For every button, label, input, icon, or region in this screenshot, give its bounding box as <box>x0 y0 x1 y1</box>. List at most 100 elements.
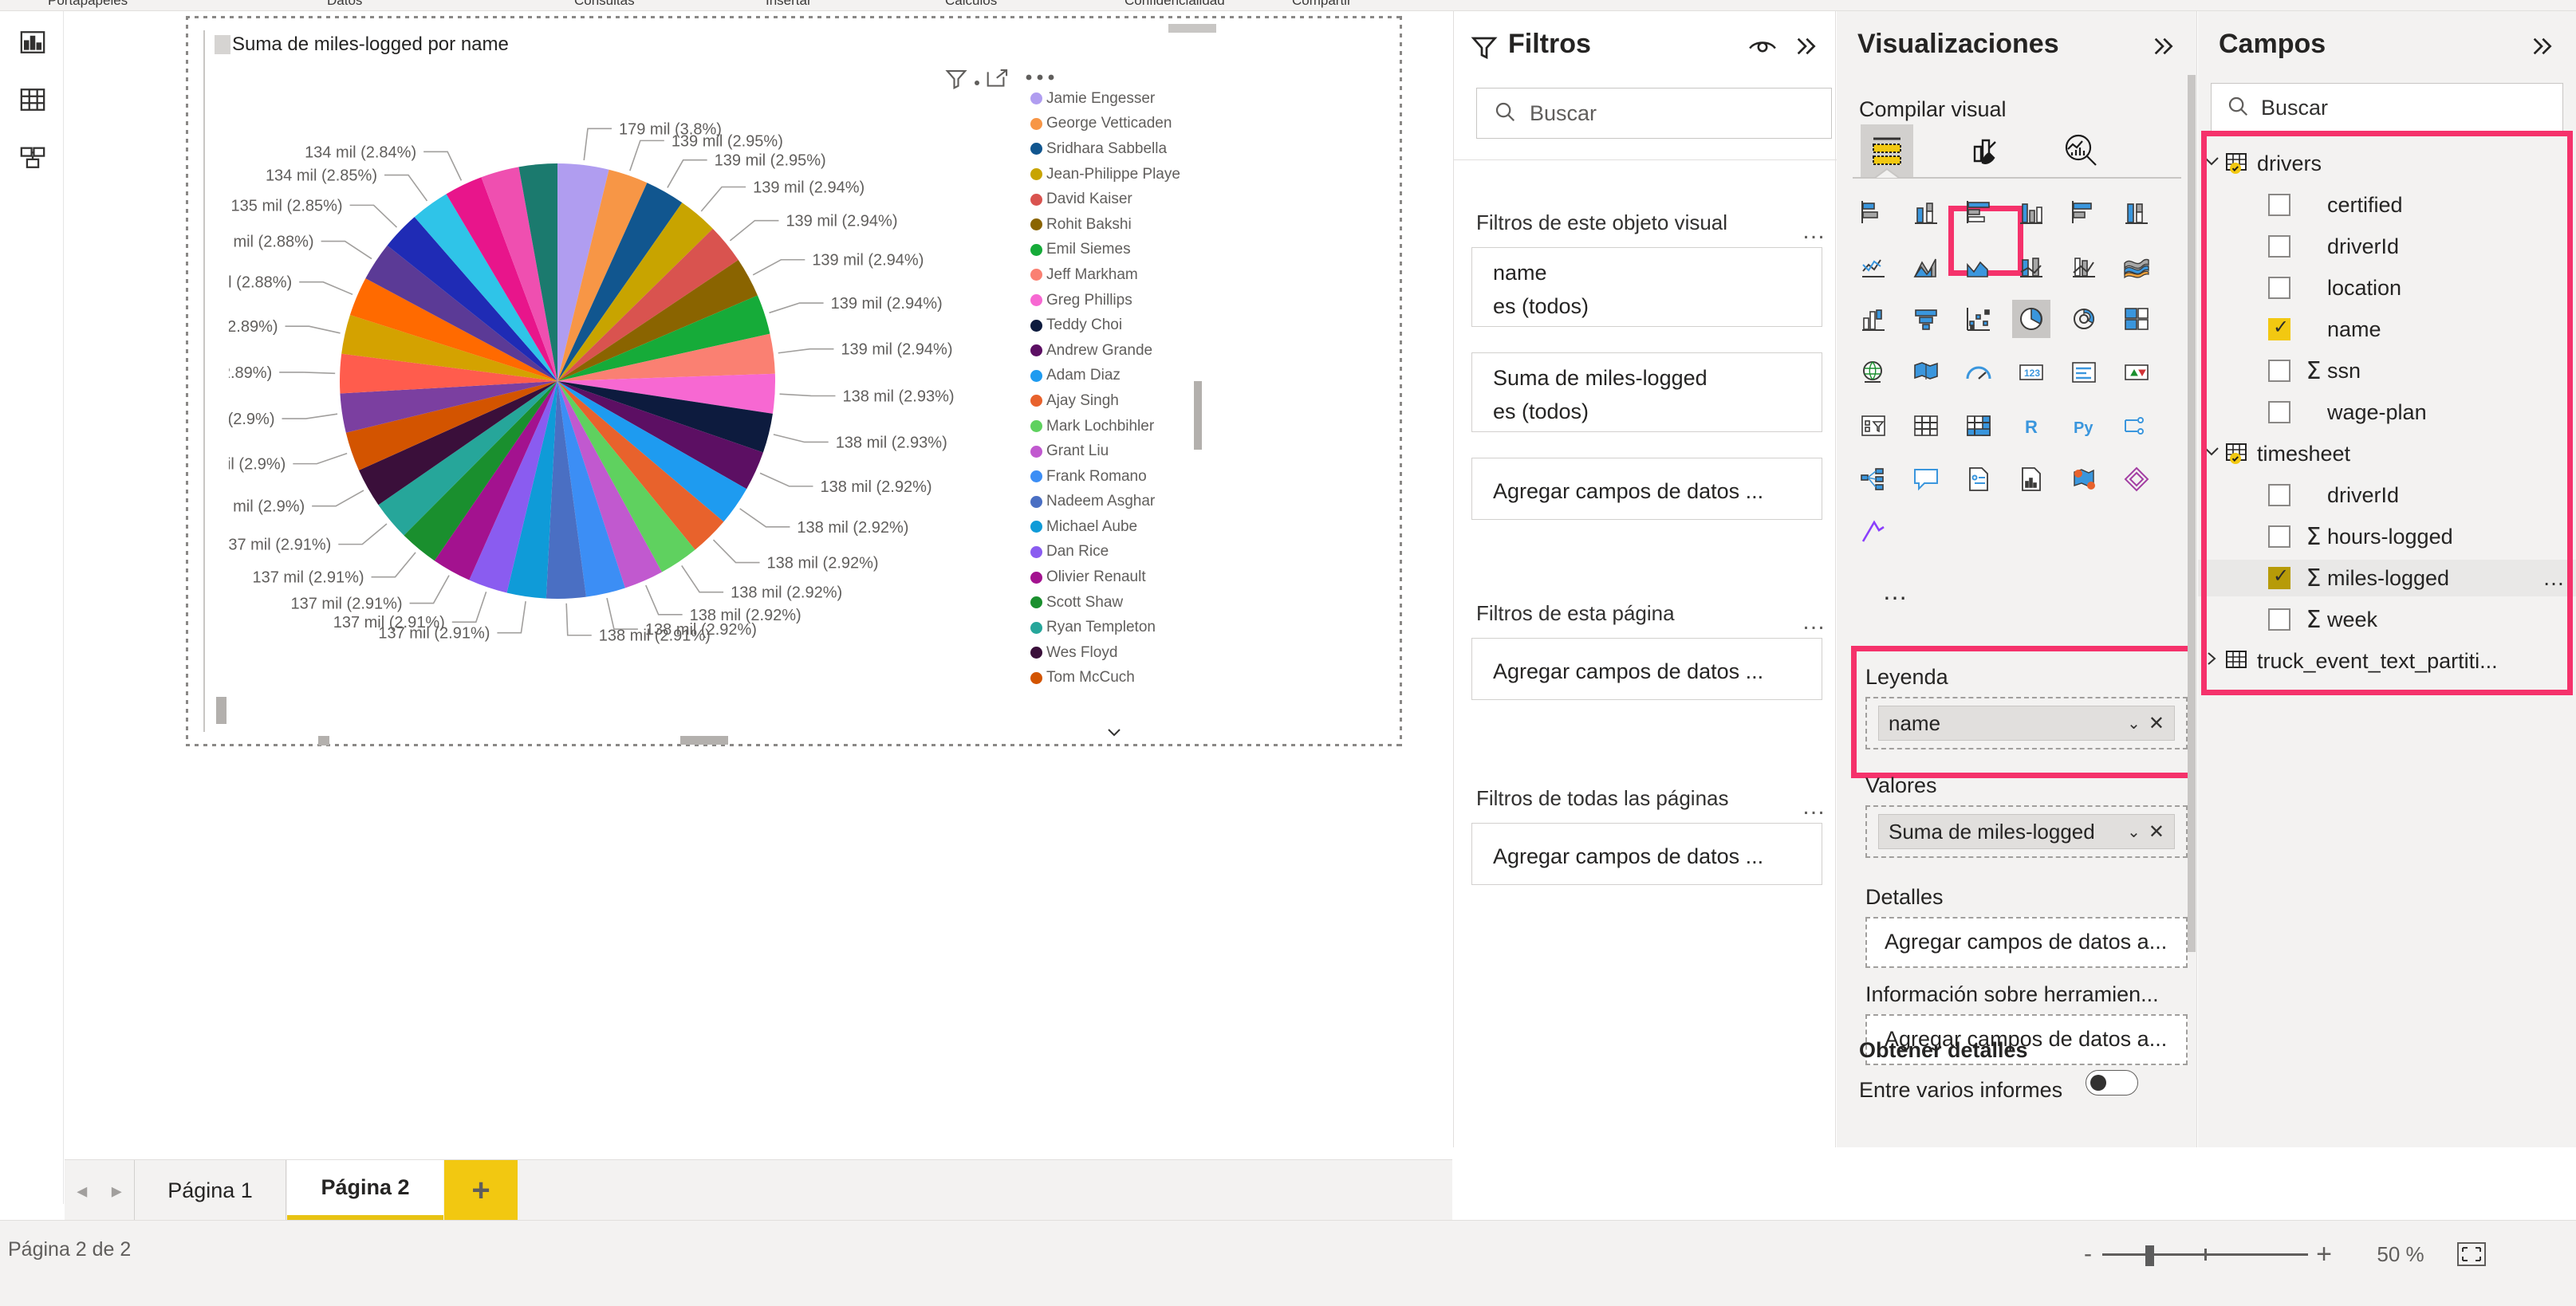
legend-item[interactable]: Mark Lochbihler <box>1030 414 1190 439</box>
legend-item[interactable]: Michael Aube <box>1030 514 1190 540</box>
smart-narrative-icon[interactable] <box>1907 460 1945 498</box>
funnel-chart-icon[interactable] <box>1907 300 1945 338</box>
line-clustered-column-chart-icon[interactable] <box>2065 246 2103 285</box>
legend-item[interactable]: Emil Siemes <box>1030 238 1190 263</box>
legend-item[interactable]: Ajay Singh <box>1030 388 1190 414</box>
r-script-visual-icon[interactable]: R <box>2012 407 2050 445</box>
legend-item[interactable]: Scott Shaw <box>1030 590 1190 616</box>
more-visuals-icon[interactable]: … <box>1882 578 1908 604</box>
model-view-icon[interactable] <box>11 136 54 179</box>
gauge-icon[interactable] <box>1960 353 1998 391</box>
well-valores[interactable]: Suma de miles-logged ⌄ ✕ <box>1865 805 2188 858</box>
legend-item[interactable]: Nadeem Asghar <box>1030 490 1190 515</box>
page-tab-next-icon[interactable]: ▸ <box>112 1180 122 1201</box>
100-stacked-column-chart-icon[interactable] <box>2117 193 2156 231</box>
zoom-slider-thumb[interactable] <box>2145 1245 2154 1266</box>
legend-item[interactable]: Rohit Bakshi <box>1030 212 1190 238</box>
visual-vertical-scrollbar-thumb[interactable] <box>216 697 226 724</box>
well-chip-name[interactable]: name ⌄ ✕ <box>1878 706 2175 741</box>
filter-dropzone-all-pages[interactable]: Agregar campos de datos ... <box>1471 823 1822 885</box>
fields-collapse-icon[interactable] <box>2528 33 2555 63</box>
legend-item[interactable]: Olivier Renault <box>1030 564 1190 590</box>
100-stacked-bar-chart-icon[interactable] <box>2065 193 2103 231</box>
filter-dropzone-page[interactable]: Agregar campos de datos ... <box>1471 638 1822 700</box>
legend-item[interactable]: George Vetticaden <box>1030 112 1190 137</box>
legend-item[interactable]: David Kaiser <box>1030 187 1190 212</box>
stacked-column-chart-icon[interactable] <box>1907 193 1945 231</box>
pie-visual-container[interactable]: Suma de miles-logged por name 179 mil (3… <box>160 16 1473 747</box>
pie-chart-svg[interactable]: 179 mil (3.8%)139 mil (2.95%)139 mil (2.… <box>160 62 1074 724</box>
visual-type-gallery[interactable]: 123 R Py… <box>1854 193 2189 604</box>
power-automate-icon[interactable] <box>1854 513 1893 552</box>
page-tab-pagina-1[interactable]: Página 1 <box>135 1160 286 1221</box>
zoom-out-button[interactable]: - <box>2074 1242 2102 1266</box>
legend-item[interactable]: Frank Romano <box>1030 464 1190 490</box>
matrix-icon[interactable] <box>1960 407 1998 445</box>
chevron-down-icon[interactable]: ⌄ <box>2127 822 2141 842</box>
legend-item[interactable]: Jamie Engesser <box>1030 86 1190 112</box>
paginated-report-icon[interactable] <box>1960 460 1998 498</box>
filled-map-icon[interactable] <box>1907 353 1945 391</box>
filter-group-more-visual[interactable]: … <box>1802 219 1826 243</box>
chevron-down-icon[interactable]: ⌄ <box>2127 714 2141 734</box>
data-view-icon[interactable] <box>11 78 54 121</box>
eye-icon[interactable] <box>1747 37 1778 61</box>
filters-search-box[interactable]: Buscar <box>1476 88 1832 139</box>
line-chart-icon[interactable] <box>1854 246 1893 285</box>
canvas-horizontal-scrollbar-thumb[interactable] <box>1168 24 1216 33</box>
legend-item[interactable]: Wes Floyd <box>1030 640 1190 666</box>
report-view-icon[interactable] <box>11 21 54 64</box>
fields-search-box[interactable]: Buscar <box>2211 83 2563 132</box>
report-canvas[interactable]: Suma de miles-logged por name 179 mil (3… <box>65 11 1473 1159</box>
add-page-button[interactable]: + <box>444 1160 518 1221</box>
well-leyenda[interactable]: name ⌄ ✕ <box>1865 697 2188 749</box>
clustered-bar-chart-icon[interactable] <box>1960 193 1998 231</box>
canvas-scroll-left-thumb[interactable] <box>318 736 329 745</box>
legend-item[interactable]: Greg Phillips <box>1030 288 1190 313</box>
table-icon[interactable] <box>1907 407 1945 445</box>
cross-report-toggle[interactable] <box>2086 1070 2138 1096</box>
map-icon[interactable] <box>1854 353 1893 391</box>
remove-field-icon[interactable]: ✕ <box>2149 712 2164 735</box>
scatter-chart-icon[interactable] <box>1960 300 1998 338</box>
legend-scrollbar-thumb[interactable] <box>1194 381 1202 450</box>
legend-item[interactable]: Jeff Markham <box>1030 262 1190 288</box>
tab-format-visual[interactable] <box>1958 124 2011 177</box>
legend-item[interactable]: Teddy Choi <box>1030 313 1190 338</box>
legend-item[interactable]: Tom McCuch <box>1030 666 1190 691</box>
ribbon-chart-icon[interactable] <box>2117 246 2156 285</box>
slicer-icon[interactable] <box>1854 407 1893 445</box>
legend-item[interactable]: Grant Liu <box>1030 439 1190 464</box>
treemap-icon[interactable] <box>2117 300 2156 338</box>
well-chip-miles-logged[interactable]: Suma de miles-logged ⌄ ✕ <box>1878 814 2175 849</box>
azure-map-icon[interactable] <box>2065 460 2103 498</box>
power-apps-icon[interactable] <box>2117 460 2156 498</box>
zoom-in-button[interactable]: + <box>2308 1241 2340 1268</box>
waterfall-chart-icon[interactable] <box>1854 300 1893 338</box>
filters-collapse-icon[interactable] <box>1792 33 1819 63</box>
filter-card-name[interactable]: name es (todos) <box>1471 247 1822 327</box>
card-icon[interactable]: 123 <box>2012 353 2050 391</box>
report-page-icon[interactable] <box>2012 460 2050 498</box>
zoom-slider[interactable] <box>2102 1245 2308 1266</box>
area-chart-icon[interactable] <box>1907 246 1945 285</box>
visual-horizontal-scrollbar-thumb[interactable] <box>680 736 728 745</box>
visualizations-scrollbar-thumb[interactable] <box>2188 75 2196 952</box>
decomposition-tree-icon[interactable] <box>2117 407 2156 445</box>
filter-card-miles-logged[interactable]: Suma de miles-logged es (todos) <box>1471 352 1822 432</box>
legend-item[interactable]: Dan Rice <box>1030 540 1190 565</box>
legend-item[interactable]: Sridhara Sabbella <box>1030 136 1190 162</box>
stacked-bar-chart-icon[interactable] <box>1854 193 1893 231</box>
filter-group-more-page[interactable]: … <box>1802 610 1826 634</box>
visualizations-collapse-icon[interactable] <box>2149 33 2176 63</box>
legend-item[interactable]: Adam Diaz <box>1030 364 1190 389</box>
filter-dropzone-visual[interactable]: Agregar campos de datos ... <box>1471 458 1822 520</box>
clustered-column-chart-icon[interactable] <box>2012 193 2050 231</box>
donut-chart-icon[interactable] <box>2065 300 2103 338</box>
filter-group-more-all-pages[interactable]: … <box>1802 795 1826 819</box>
tab-analytics[interactable] <box>2055 124 2108 177</box>
pie-chart[interactable]: 179 mil (3.8%) 139 mil (2.95%) 139 mil (2.… <box>160 62 1074 724</box>
pie-chart-icon[interactable] <box>2012 300 2050 338</box>
pie-visual[interactable]: Suma de miles-logged por name 179 mil (3… <box>160 30 1202 737</box>
pie-chart-legend[interactable]: Jamie Engesser George Vetticaden Sridhara … <box>1030 86 1190 732</box>
